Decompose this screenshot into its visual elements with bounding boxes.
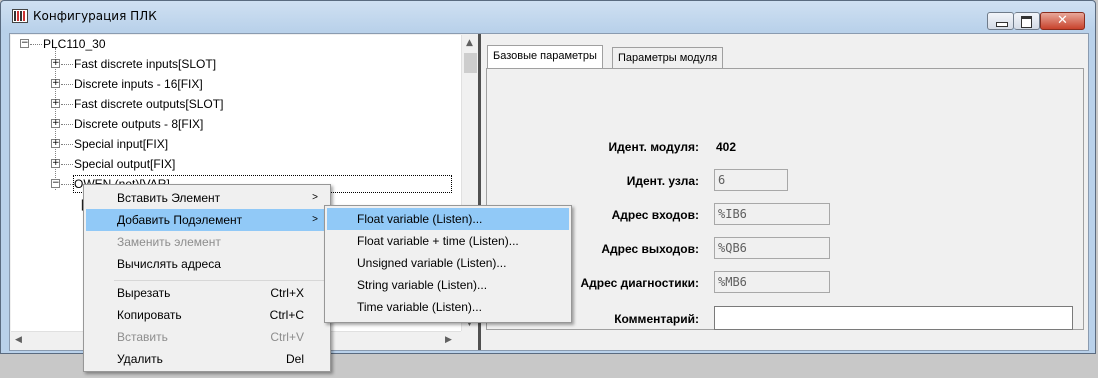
submenu-item-float-var[interactable]: Float variable (Listen)... xyxy=(327,208,569,230)
close-icon: ✕ xyxy=(1057,13,1068,28)
submenu-item-time-var[interactable]: Time variable (Listen)... xyxy=(327,296,569,318)
expand-icon[interactable]: + xyxy=(51,79,60,88)
menu-separator xyxy=(114,280,328,281)
tree-line xyxy=(61,104,73,105)
tree-line xyxy=(61,64,73,65)
tree-item[interactable]: Discrete outputs - 8[FIX] xyxy=(74,115,203,133)
scroll-left-icon[interactable]: ◀ xyxy=(15,335,22,345)
window-title: Конфигурация ПЛК xyxy=(33,9,157,23)
scroll-thumb[interactable] xyxy=(464,53,477,73)
tree-item[interactable]: Special output[FIX] xyxy=(74,155,175,173)
tree-line xyxy=(61,124,73,125)
menu-item-replace-element[interactable]: Заменить элемент xyxy=(86,231,328,253)
submenu-item-float-var-time[interactable]: Float variable + time (Listen)... xyxy=(327,230,569,252)
outputs-address-field[interactable]: %QB6 xyxy=(714,237,830,259)
menu-item-delete[interactable]: Удалить Del xyxy=(86,348,328,370)
menu-item-add-subelement[interactable]: Добавить Подэлемент > xyxy=(86,209,328,231)
tree-item[interactable]: Fast discrete outputs[SLOT] xyxy=(74,95,223,113)
menu-item-paste[interactable]: Вставить Ctrl+V xyxy=(86,326,328,348)
collapse-icon[interactable]: − xyxy=(20,39,29,48)
inputs-address-label: Адрес входов: xyxy=(611,208,699,222)
base-params-panel: Идент. модуля: 402 Идент. узла: 6 Адрес … xyxy=(486,68,1084,330)
expand-icon[interactable]: + xyxy=(51,59,60,68)
collapse-icon[interactable]: − xyxy=(51,179,60,188)
app-icon xyxy=(12,9,28,23)
minimize-button[interactable] xyxy=(987,12,1014,30)
tree-line xyxy=(61,144,73,145)
submenu-arrow-icon: > xyxy=(312,214,318,225)
context-menu: Вставить Элемент > Добавить Подэлемент >… xyxy=(83,184,331,372)
tree-line xyxy=(30,44,42,45)
tree-root[interactable]: PLC110_30 xyxy=(43,35,106,53)
menu-item-copy[interactable]: Копировать Ctrl+C xyxy=(86,304,328,326)
scroll-up-icon[interactable]: ▲ xyxy=(466,38,473,48)
close-button[interactable]: ✕ xyxy=(1040,12,1085,30)
tree-line xyxy=(61,84,73,85)
expand-icon[interactable]: + xyxy=(51,119,60,128)
title-bar[interactable]: Конфигурация ПЛК ✕ xyxy=(1,1,1095,31)
expand-icon[interactable]: + xyxy=(51,139,60,148)
outputs-address-label: Адрес выходов: xyxy=(601,242,699,256)
tab-module-params[interactable]: Параметры модуля xyxy=(612,47,724,68)
inputs-address-field[interactable]: %IB6 xyxy=(714,203,830,225)
module-id-label: Идент. модуля: xyxy=(608,140,699,154)
node-id-field[interactable]: 6 xyxy=(714,169,788,191)
menu-item-insert-element[interactable]: Вставить Элемент > xyxy=(86,187,328,209)
minimize-icon xyxy=(996,22,1008,27)
tree-line xyxy=(61,184,73,185)
add-subelement-submenu: Float variable (Listen)... Float variabl… xyxy=(324,205,572,323)
submenu-arrow-icon: > xyxy=(312,192,318,203)
tab-base-params[interactable]: Базовые параметры xyxy=(487,45,603,68)
tree-line xyxy=(61,164,73,165)
module-id-value: 402 xyxy=(716,140,737,154)
tree-item[interactable]: Fast discrete inputs[SLOT] xyxy=(74,55,216,73)
maximize-icon xyxy=(1021,16,1032,28)
comment-field[interactable] xyxy=(714,306,1073,330)
expand-icon[interactable]: + xyxy=(51,99,60,108)
scroll-right-icon[interactable]: ▶ xyxy=(445,335,452,345)
menu-item-cut[interactable]: Вырезать Ctrl+X xyxy=(86,282,328,304)
menu-item-calc-addresses[interactable]: Вычислять адреса xyxy=(86,253,328,275)
node-id-label: Идент. узла: xyxy=(626,174,699,188)
diag-address-field[interactable]: %MB6 xyxy=(714,271,830,293)
comment-label: Комментарий: xyxy=(614,312,699,326)
diag-address-label: Адрес диагностики: xyxy=(580,276,699,290)
expand-icon[interactable]: + xyxy=(51,159,60,168)
submenu-item-string-var[interactable]: String variable (Listen)... xyxy=(327,274,569,296)
submenu-item-unsigned-var[interactable]: Unsigned variable (Listen)... xyxy=(327,252,569,274)
tree-item[interactable]: Discrete inputs - 16[FIX] xyxy=(74,75,203,93)
maximize-button[interactable] xyxy=(1014,12,1040,30)
tree-item[interactable]: Special input[FIX] xyxy=(74,135,168,153)
